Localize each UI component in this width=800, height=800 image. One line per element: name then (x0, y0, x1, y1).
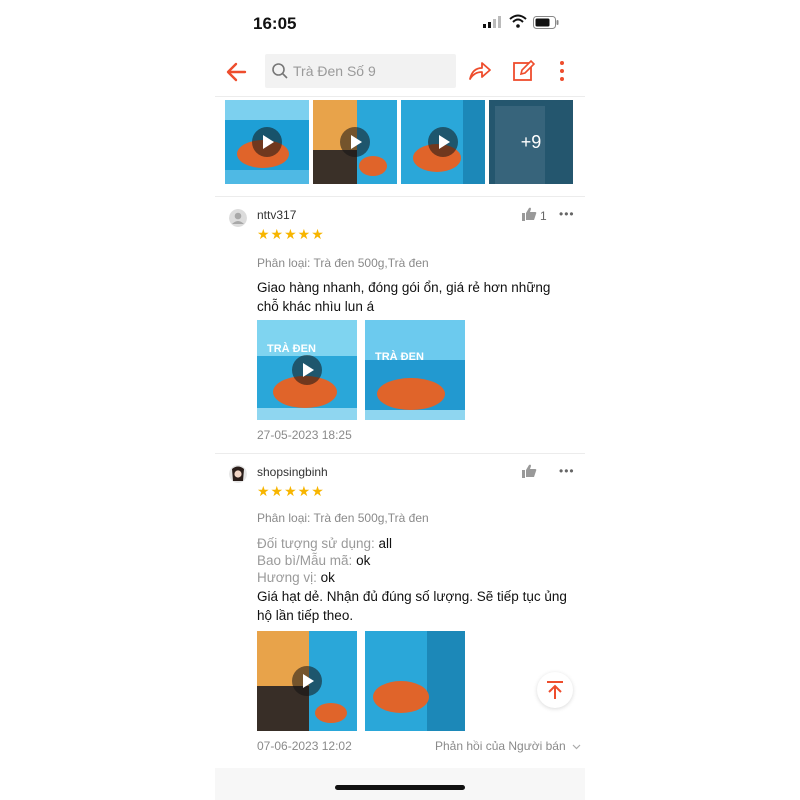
edit-icon[interactable] (511, 58, 537, 84)
gallery-video-thumb[interactable] (313, 100, 397, 184)
wifi-icon (509, 14, 527, 28)
more-media-count: +9 (489, 100, 573, 184)
play-icon (292, 355, 322, 385)
review-username: shopsingbinh (257, 465, 328, 479)
attribute-key: Hương vị: (257, 570, 321, 585)
status-time: 16:05 (253, 14, 297, 33)
review-divider (215, 453, 585, 454)
more-horizontal-icon[interactable]: ••• (559, 464, 575, 478)
product-variant: Phân loại: Trà đen 500g,Trà đen (257, 256, 429, 270)
battery-icon (533, 16, 559, 29)
gallery-more-thumb[interactable]: +9 (489, 100, 573, 184)
attribute-value: ok (320, 570, 335, 585)
more-horizontal-icon[interactable]: ••• (559, 207, 575, 221)
svg-text:TRÀ ĐEN: TRÀ ĐEN (267, 342, 316, 355)
back-arrow-icon[interactable] (223, 58, 251, 86)
play-icon (292, 666, 322, 696)
play-icon (252, 127, 282, 157)
review-attribute: Đối tượng sử dụng: all (257, 536, 392, 551)
header-divider (215, 96, 585, 97)
review-attribute: Hương vị: ok (257, 570, 335, 585)
attribute-value: ok (356, 553, 371, 568)
thumbs-up-icon[interactable] (522, 207, 537, 221)
more-vertical-icon[interactable] (553, 58, 571, 84)
like-count: 1 (540, 209, 547, 223)
gallery-video-thumb[interactable] (225, 100, 309, 184)
avatar (229, 465, 247, 483)
tea-package-image: TRÀ ĐEN (365, 320, 465, 420)
gallery-video-thumb[interactable] (401, 100, 485, 184)
tea-package-image (365, 631, 465, 731)
review-text: Giá hạt dẻ. Nhận đủ đúng số lượng. Sẽ ti… (257, 589, 567, 623)
chevron-down-icon (572, 744, 581, 750)
attribute-value: all (378, 536, 393, 551)
svg-text:TRÀ ĐEN: TRÀ ĐEN (375, 350, 424, 363)
avatar (229, 209, 247, 227)
product-variant: Phân loại: Trà đen 500g,Trà đen (257, 511, 429, 525)
seller-reply-label: Phản hồi của Người bán (435, 739, 566, 753)
review-divider (215, 196, 585, 197)
attribute-key: Bao bì/Mẫu mã: (257, 553, 357, 568)
scroll-to-top-icon (547, 681, 563, 699)
review-video-thumb[interactable]: TRÀ ĐEN (257, 320, 357, 420)
star-rating: ★★★★★ (257, 226, 325, 242)
scroll-to-top-button[interactable] (537, 672, 573, 708)
play-icon (428, 127, 458, 157)
review-date: 07-06-2023 12:02 (257, 739, 352, 753)
review-date: 27-05-2023 18:25 (257, 428, 352, 442)
seller-reply-toggle[interactable]: Phản hồi của Người bán (435, 739, 581, 753)
search-box[interactable]: Trà Đen Số 9 (265, 54, 456, 88)
review-photo-thumb[interactable]: TRÀ ĐEN (365, 320, 465, 420)
signal-icon (483, 16, 501, 28)
review-attribute: Bao bì/Mẫu mã: ok (257, 553, 370, 568)
status-bar: 16:05 (215, 0, 585, 48)
home-indicator[interactable] (335, 785, 465, 790)
star-rating: ★★★★★ (257, 483, 325, 499)
review-username: nttv317 (257, 208, 297, 222)
top-media-gallery: +9 (225, 100, 575, 184)
review-video-thumb[interactable] (257, 631, 357, 731)
thumbs-up-icon[interactable] (522, 464, 537, 478)
phone-screen: 16:05 Trà Đen Số 9 +9 nttv317 1 ••• ★★★★… (215, 0, 585, 800)
share-icon[interactable] (467, 58, 493, 84)
review-text: Giao hàng nhanh, đóng gói ổn, giá rẻ hơn… (257, 280, 551, 314)
review-photo-thumb[interactable] (365, 631, 465, 731)
bottom-safe-area (215, 768, 585, 800)
search-icon (272, 63, 288, 79)
play-icon (340, 127, 370, 157)
attribute-key: Đối tượng sử dụng: (257, 536, 379, 551)
top-navigation-bar: Trà Đen Số 9 (215, 50, 585, 94)
search-placeholder: Trà Đen Số 9 (293, 63, 376, 79)
